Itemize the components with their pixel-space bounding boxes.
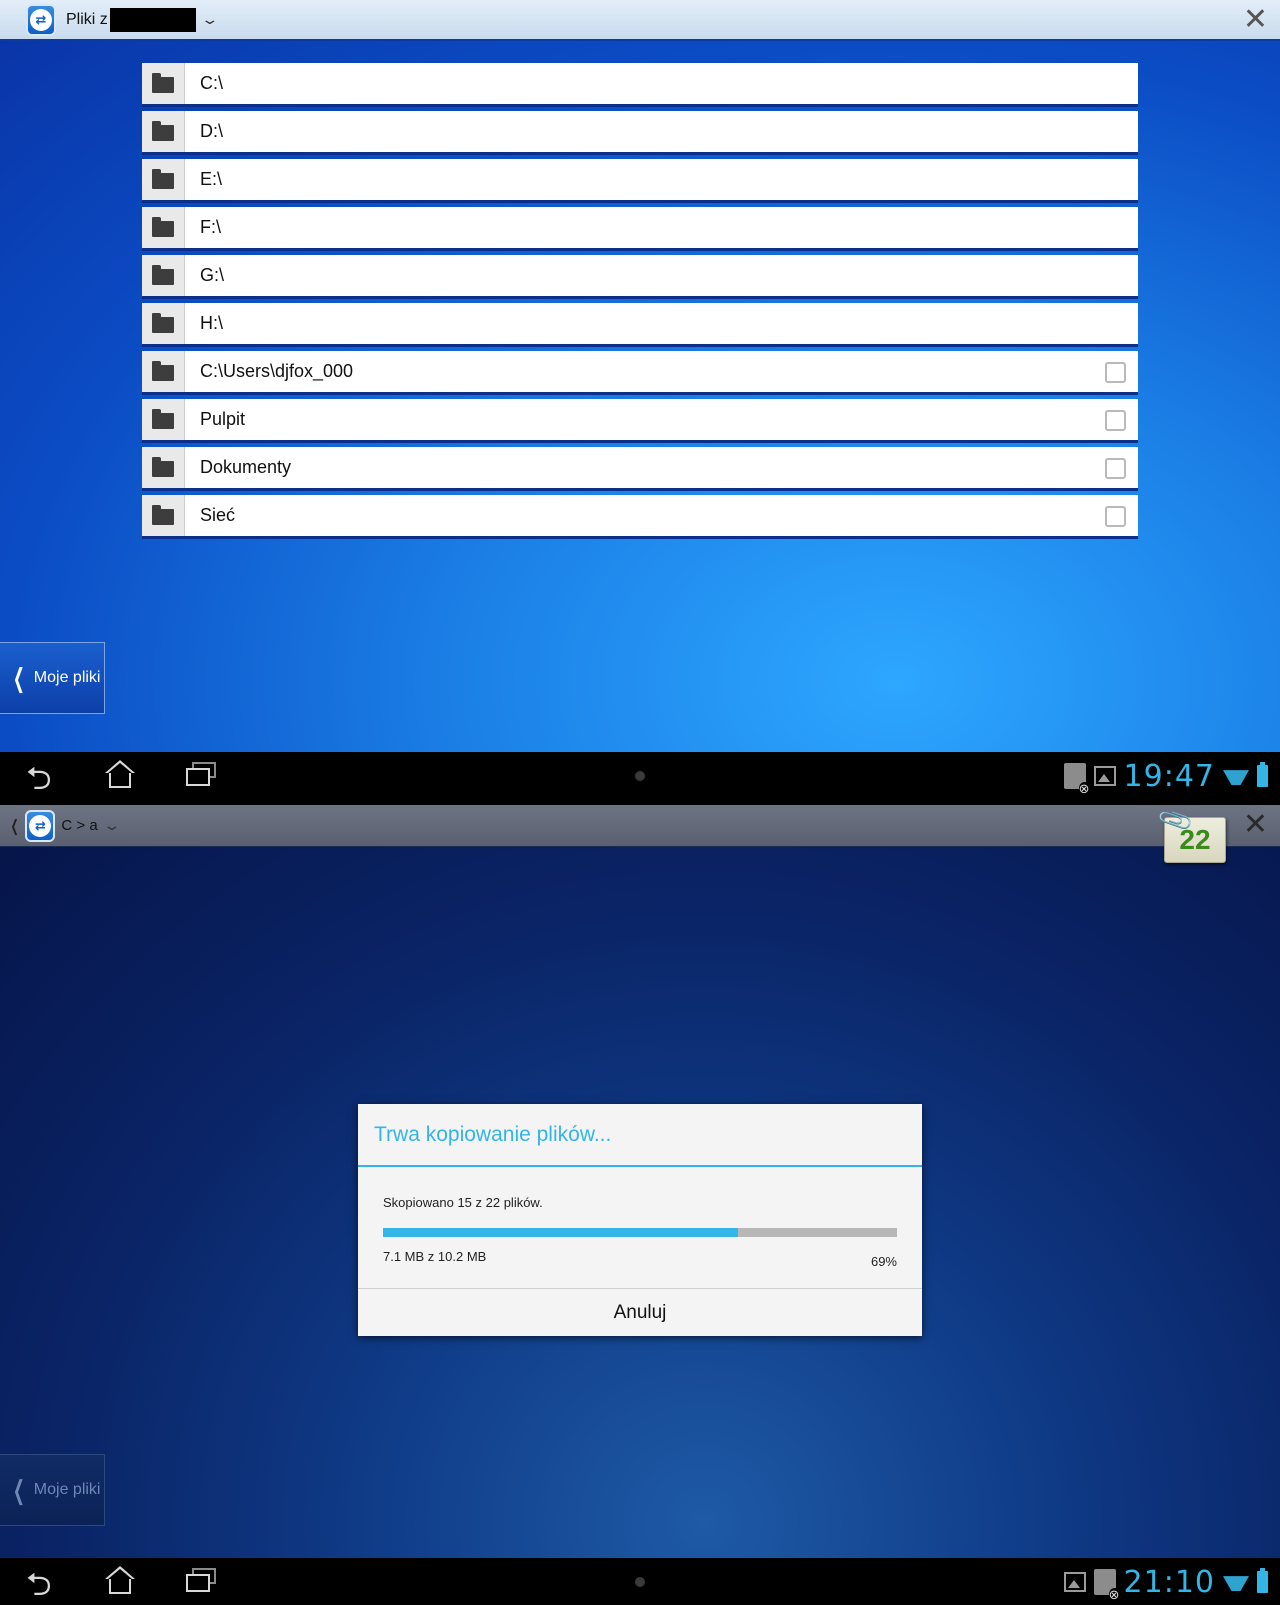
file-list-row[interactable]: E:\ [142,159,1138,203]
folder-icon-cell [142,495,185,536]
my-files-button[interactable]: ❮ Moje pliki [0,642,105,714]
recent-apps-icon[interactable] [184,760,218,790]
teamviewer-logo-icon: ⇄ [26,3,56,36]
home-icon[interactable] [103,1566,137,1596]
my-files-label: Moje pliki [33,669,101,686]
file-list-row-label: Sieć [200,505,236,525]
android-nav-bar: 21:10 [0,1558,1280,1605]
progress-fill [383,1228,738,1237]
file-list-row[interactable]: F:\ [142,207,1138,251]
clock: 21:10 [1123,1564,1215,1600]
close-icon[interactable]: ✕ [1243,809,1268,841]
folder-icon-cell [142,207,185,248]
file-transfer-badge[interactable]: 📎 22 [1156,805,1226,863]
folder-icon [152,121,174,141]
back-icon[interactable] [24,1562,58,1605]
folder-icon [152,361,174,381]
folder-icon [152,409,174,429]
my-files-button[interactable]: ❮ Moje pliki [0,1454,105,1526]
chevron-left-icon[interactable]: ❮ [11,816,19,836]
title-prefix: Pliki z [66,10,108,28]
recent-apps-icon[interactable] [184,1566,218,1596]
folder-icon-cell [142,351,185,392]
folder-icon-cell [142,447,185,488]
size-progress-text: 7.1 MB z 10.2 MB [383,1249,487,1264]
folder-icon-cell [142,63,185,104]
copy-progress-dialog: Trwa kopiowanie plików... Skopiowano 15 … [358,1104,922,1336]
file-list-row[interactable]: G:\ [142,255,1138,299]
file-list-row-label: G:\ [200,265,225,285]
folder-icon [152,169,174,189]
wifi-icon [1223,1573,1249,1591]
progress-bar [383,1228,897,1237]
folder-icon-cell [142,111,185,152]
close-icon[interactable]: ✕ [1243,4,1268,36]
back-icon[interactable] [24,756,58,800]
image-icon [1093,766,1116,786]
dialog-message: Skopiowano 15 z 22 plików. [383,1195,543,1210]
row-checkbox[interactable] [1105,362,1126,383]
folder-icon [152,73,174,93]
row-checkbox[interactable] [1105,410,1126,431]
folder-icon [152,217,174,237]
file-list-row-label: F:\ [200,217,221,237]
file-list-row[interactable]: C:\Users\djfox_000 [142,351,1138,395]
dialog-title: Trwa kopiowanie plików... [358,1104,922,1167]
title-bar-title[interactable]: Pliki z [66,7,196,32]
chevron-left-icon: ❮ [12,662,25,693]
row-checkbox[interactable] [1105,506,1126,527]
file-list-row-label: C:\Users\djfox_000 [200,361,354,381]
status-area[interactable]: 19:47 [1063,756,1268,796]
chevron-left-icon: ❮ [12,1474,25,1505]
folder-icon [152,313,174,333]
wifi-icon [1223,767,1249,785]
title-bar: ⇄ Pliki z ⌄ ✕ [0,0,1280,41]
file-list-row[interactable]: C:\ [142,63,1138,107]
file-list-row-label: H:\ [200,313,224,333]
image-icon [1063,1572,1086,1592]
file-browser-screen: ⇄ Pliki z ⌄ ✕ C:\ D:\ E:\ F:\ G:\ H:\ C:\Users… [0,0,1280,800]
chevron-down-icon[interactable]: ⌄ [102,817,121,834]
sd-card-icon [1063,763,1090,795]
file-list-row[interactable]: Sieć [142,495,1138,539]
android-nav-bar: 19:47 [0,752,1280,800]
file-list-row[interactable]: Pulpit [142,399,1138,443]
status-area[interactable]: 21:10 [1063,1562,1268,1602]
file-list: C:\ D:\ E:\ F:\ G:\ H:\ C:\Users\djfox_000 Pulp… [142,63,1138,543]
title-bar: ❮ ⇄ C > a ⌄ ✕ [0,805,1280,847]
file-list-row-label: Dokumenty [200,457,292,477]
sd-card-icon [1093,1569,1120,1601]
file-list-row[interactable]: Dokumenty [142,447,1138,491]
file-list-row[interactable]: D:\ [142,111,1138,155]
file-list-row-label: C:\ [200,73,224,93]
percent-text: 69% [870,1254,897,1269]
folder-icon [152,457,174,477]
remote-desktop-background: Trwa kopiowanie plików... Skopiowano 15 … [0,847,1280,1558]
breadcrumb[interactable]: C > a [61,817,97,834]
cancel-button[interactable]: Anuluj [358,1288,922,1336]
battery-icon [1257,762,1268,787]
folder-icon-cell [142,303,185,344]
copy-progress-screen: ❮ ⇄ C > a ⌄ ✕ 📎 22 Trwa kopiowanie plikó… [0,805,1280,1605]
folder-icon-cell [142,255,185,296]
clock: 19:47 [1123,758,1215,794]
home-icon[interactable] [103,760,137,790]
teamviewer-logo-icon: ⇄ [25,809,56,842]
nav-dot [635,1577,645,1587]
remote-desktop-background: C:\ D:\ E:\ F:\ G:\ H:\ C:\Users\djfox_000 Pulp… [0,41,1280,752]
folder-icon [152,265,174,285]
folder-icon-cell [142,159,185,200]
nav-dot [635,771,645,781]
file-list-row-label: E:\ [200,169,223,189]
file-list-row-label: Pulpit [200,409,246,429]
folder-icon-cell [142,399,185,440]
my-files-label: Moje pliki [33,1481,101,1498]
file-list-row-label: D:\ [200,121,224,141]
file-list-row[interactable]: H:\ [142,303,1138,347]
battery-icon [1257,1568,1268,1593]
redacted-computer-name [109,7,196,32]
folder-icon [152,505,174,525]
chevron-down-icon[interactable]: ⌄ [200,11,219,28]
row-checkbox[interactable] [1105,458,1126,479]
